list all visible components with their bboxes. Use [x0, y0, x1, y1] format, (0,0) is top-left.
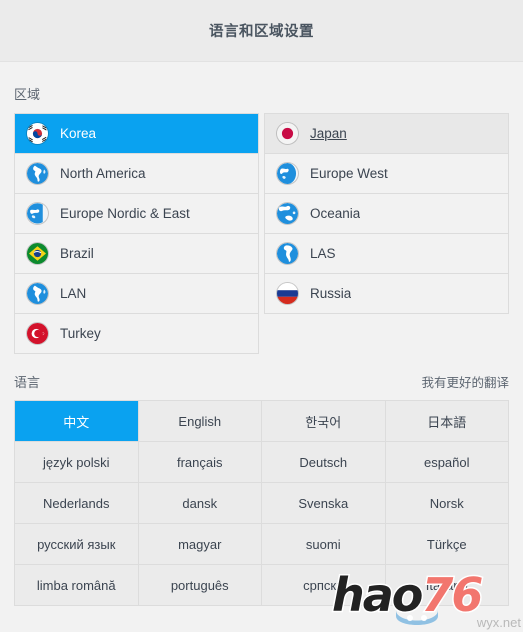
region-item-japan[interactable]: Japan: [265, 114, 508, 154]
region-section: 区域 Korea North America Europe Nordic & E…: [0, 62, 523, 354]
language-cell-16[interactable]: Türkçe: [385, 524, 509, 565]
language-cell-label: English: [178, 413, 222, 429]
language-section: 语言 我有更好的翻译 中文 English 한국어 日本語 język polski fr…: [0, 354, 523, 606]
language-cell-label: 日本語: [427, 414, 467, 430]
language-cell-18[interactable]: português: [138, 565, 262, 606]
language-cell-label: português: [170, 577, 229, 593]
language-cell-5[interactable]: język polski: [15, 442, 139, 483]
globe-oceania-icon: [277, 203, 298, 224]
language-cell-6[interactable]: français: [138, 442, 262, 483]
globe-europe-west-icon: [277, 163, 298, 184]
region-item-label: Russia: [310, 286, 352, 301]
language-cell-13[interactable]: русский язык: [15, 524, 139, 565]
region-item-las[interactable]: LAS: [265, 234, 508, 274]
language-cell-8[interactable]: español: [385, 442, 509, 483]
region-item-russia[interactable]: Russia: [265, 274, 508, 314]
language-cell-17[interactable]: limba română: [15, 565, 139, 606]
language-cell-9[interactable]: Nederlands: [15, 483, 139, 524]
language-cell-label: español: [423, 454, 470, 470]
globe-europe-icon: [27, 203, 48, 224]
region-item-label: Oceania: [310, 206, 361, 221]
region-item-label: Brazil: [60, 246, 94, 261]
language-cell-14[interactable]: magyar: [138, 524, 262, 565]
page-title: 语言和区域设置: [209, 24, 314, 40]
region-item-label: North America: [60, 166, 146, 181]
language-cell-7[interactable]: Deutsch: [262, 442, 386, 483]
region-item-europe-nordic-east[interactable]: Europe Nordic & East: [15, 194, 258, 234]
region-item-label: Korea: [60, 126, 97, 141]
language-cell-label: Italiano: [425, 577, 468, 593]
language-cell-label: français: [176, 454, 223, 470]
language-cell-label: Norsk: [429, 495, 464, 511]
language-cell-19[interactable]: српски: [262, 565, 386, 606]
region-grid: Korea North America Europe Nordic & East…: [14, 113, 509, 354]
globe-americas-icon: [27, 163, 48, 184]
language-section-label: 语言: [14, 375, 41, 390]
region-item-lan[interactable]: LAN: [15, 274, 258, 314]
flag-japan-icon: [277, 123, 298, 144]
language-cell-label: русский язык: [37, 536, 116, 552]
region-item-brazil[interactable]: Brazil: [15, 234, 258, 274]
region-item-turkey[interactable]: Turkey: [15, 314, 258, 354]
language-cell-3[interactable]: 한국어: [262, 401, 386, 442]
region-item-label: Europe Nordic & East: [60, 206, 190, 221]
region-item-korea[interactable]: Korea: [15, 114, 258, 154]
flag-brazil-icon: [27, 243, 48, 264]
language-cell-label: dansk: [182, 495, 218, 511]
region-item-label: Turkey: [60, 326, 101, 341]
language-cell-label: Türkçe: [426, 536, 467, 552]
globe-south-america-icon: [277, 243, 298, 264]
region-column-1: Korea North America Europe Nordic & East…: [14, 113, 259, 354]
language-cell-label: Deutsch: [299, 454, 348, 470]
region-section-header: 区域: [0, 84, 523, 103]
language-cell-4[interactable]: 日本語: [385, 401, 509, 442]
watermark-smile-icon: [396, 610, 438, 625]
flag-korea-icon: [27, 123, 48, 144]
language-cell-2[interactable]: English: [138, 401, 262, 442]
region-item-label: Japan: [310, 126, 347, 141]
language-cell-12[interactable]: Norsk: [385, 483, 509, 524]
language-cell-20[interactable]: Italiano: [385, 565, 509, 606]
region-item-label: LAN: [60, 286, 87, 301]
region-item-label: LAS: [310, 246, 336, 261]
language-cell-15[interactable]: suomi: [262, 524, 386, 565]
better-translation-link[interactable]: 我有更好的翻译: [421, 372, 509, 391]
language-cell-11[interactable]: Svenska: [262, 483, 386, 524]
watermark-subtext: wyx.net: [476, 615, 521, 630]
language-cell-label: српски: [303, 577, 344, 593]
region-column-2: Japan Europe West Oceania LAS Russia: [264, 113, 509, 314]
language-section-header: 语言 我有更好的翻译: [0, 372, 523, 391]
language-cell-1[interactable]: 中文: [15, 401, 139, 442]
language-cell-label: język polski: [43, 454, 110, 470]
language-cell-label: magyar: [178, 536, 222, 552]
flag-turkey-icon: [27, 323, 48, 344]
region-section-label: 区域: [14, 87, 41, 102]
language-grid: 中文 English 한국어 日本語 język polski français Deuts…: [14, 400, 509, 606]
language-cell-label: suomi: [305, 536, 341, 552]
region-item-label: Europe West: [310, 166, 388, 181]
globe-americas-icon: [27, 283, 48, 304]
language-cell-label: limba română: [36, 577, 116, 593]
language-cell-label: 中文: [63, 414, 90, 430]
region-item-oceania[interactable]: Oceania: [265, 194, 508, 234]
region-item-north-america[interactable]: North America: [15, 154, 258, 194]
region-item-europe-west[interactable]: Europe West: [265, 154, 508, 194]
language-cell-label: Svenska: [298, 495, 349, 511]
language-cell-label: 한국어: [305, 414, 342, 430]
language-cell-label: Nederlands: [43, 495, 110, 511]
window-titlebar: 语言和区域设置: [0, 0, 523, 62]
flag-russia-icon: [277, 283, 298, 304]
language-cell-10[interactable]: dansk: [138, 483, 262, 524]
